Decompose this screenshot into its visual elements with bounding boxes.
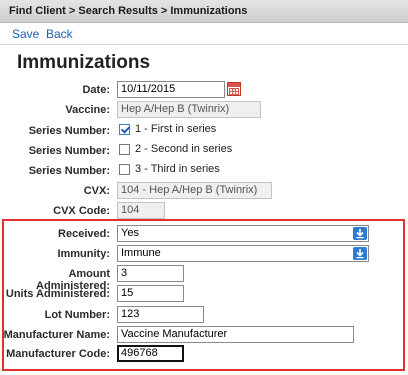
received-value: Yes xyxy=(121,227,139,239)
series-option-label: 1 - First in series xyxy=(135,123,217,135)
units-input[interactable]: 15 xyxy=(117,285,184,302)
date-label: Date: xyxy=(82,84,110,96)
cvx-code-field: 104 xyxy=(117,202,165,219)
lot-input[interactable]: 123 xyxy=(117,306,204,323)
series-checkbox-1[interactable] xyxy=(119,124,130,135)
manufacturer-code-input[interactable]: 496768 xyxy=(117,345,184,362)
series-label-2: Series Number: xyxy=(28,145,110,157)
series-label-3: Series Number: xyxy=(28,165,110,177)
save-link[interactable]: Save xyxy=(12,27,39,41)
date-input[interactable]: 10/11/2015 xyxy=(117,81,225,98)
download-arrow-icon[interactable] xyxy=(353,227,367,240)
page-title: Immunizations xyxy=(17,52,151,73)
back-link[interactable]: Back xyxy=(46,27,73,41)
immunity-label: Immunity: xyxy=(57,248,110,260)
lot-label: Lot Number: xyxy=(44,309,110,321)
vaccine-label: Vaccine: xyxy=(65,104,110,116)
series-option-label: 3 - Third in series xyxy=(135,163,220,175)
received-select[interactable]: Yes xyxy=(117,225,369,242)
amount-input[interactable]: 3 xyxy=(117,265,184,282)
series-checkbox-3[interactable] xyxy=(119,164,130,175)
action-bar: Save Back xyxy=(0,23,408,45)
download-arrow-icon[interactable] xyxy=(353,247,367,260)
breadcrumb: Find Client > Search Results > Immunizat… xyxy=(0,0,408,23)
manufacturer-name-label: Manufacturer Name: xyxy=(3,329,110,341)
series-option-label: 2 - Second in series xyxy=(135,143,233,155)
units-label: Units Administered: xyxy=(5,288,110,300)
cvx-label: CVX: xyxy=(83,185,110,197)
vaccine-field: Hep A/Hep B (Twinrix) xyxy=(117,101,261,118)
series-label-1: Series Number: xyxy=(28,125,110,137)
series-checkbox-2[interactable] xyxy=(119,144,130,155)
calendar-icon[interactable] xyxy=(227,82,241,96)
cvx-code-label: CVX Code: xyxy=(53,205,110,217)
immunity-select[interactable]: Immune xyxy=(117,245,369,262)
cvx-field: 104 - Hep A/Hep B (Twinrix) xyxy=(117,182,272,199)
received-label: Received: xyxy=(58,228,110,240)
manufacturer-name-input[interactable]: Vaccine Manufacturer xyxy=(117,326,354,343)
immunity-value: Immune xyxy=(121,247,161,259)
manufacturer-code-label: Manufacturer Code: xyxy=(6,348,110,360)
